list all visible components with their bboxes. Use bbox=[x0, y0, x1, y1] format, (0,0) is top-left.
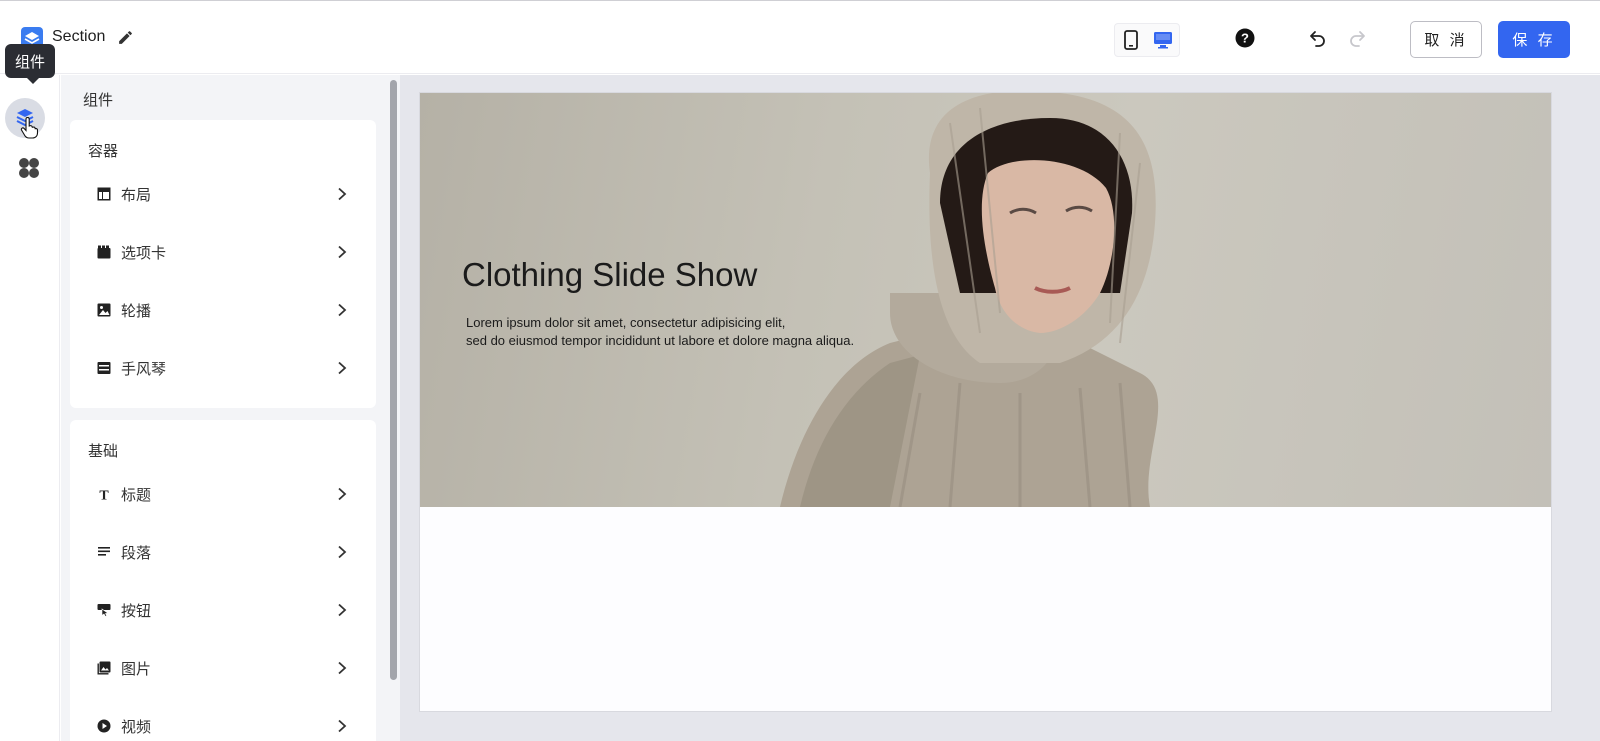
hero-text-line-1: Lorem ipsum dolor sit amet, consectetur … bbox=[466, 315, 786, 330]
pencil-icon[interactable] bbox=[117, 29, 134, 46]
mobile-view-button[interactable] bbox=[1115, 24, 1147, 56]
cancel-button[interactable]: 取 消 bbox=[1410, 21, 1482, 58]
component-label: 段落 bbox=[121, 544, 152, 562]
chevron-right-icon bbox=[338, 545, 347, 559]
chevron-right-icon bbox=[338, 661, 347, 675]
tabs-icon bbox=[97, 245, 111, 259]
basic-group: 基础 T 标题 段落 按钮 图片 视频 bbox=[70, 420, 376, 741]
component-item-carousel[interactable]: 轮播 bbox=[70, 288, 376, 332]
top-toolbar: Section ? 取 消 保 存 bbox=[0, 0, 1600, 74]
image-icon bbox=[97, 661, 111, 675]
component-label: 手风琴 bbox=[121, 360, 167, 378]
desktop-icon bbox=[1154, 32, 1172, 49]
component-item-button[interactable]: 按钮 bbox=[70, 588, 376, 632]
component-label: 轮播 bbox=[121, 302, 152, 320]
components-panel: 组件 容器 布局 选项卡 轮播 手风琴 基础 T 标题 段落 按钮 图片 视频 bbox=[61, 75, 400, 741]
redo-icon[interactable] bbox=[1347, 28, 1367, 48]
device-switcher bbox=[1114, 23, 1180, 57]
group-title: 基础 bbox=[88, 443, 119, 460]
scrollbar-thumb[interactable] bbox=[390, 80, 397, 680]
layout-icon bbox=[97, 187, 111, 201]
undo-icon[interactable] bbox=[1308, 28, 1328, 48]
hero-title[interactable]: Clothing Slide Show bbox=[462, 256, 757, 294]
accordion-icon bbox=[97, 362, 111, 374]
container-group: 容器 布局 选项卡 轮播 手风琴 bbox=[70, 120, 376, 408]
page-title: Section bbox=[52, 28, 106, 45]
component-item-layout[interactable]: 布局 bbox=[70, 172, 376, 216]
chevron-right-icon bbox=[338, 719, 347, 733]
component-item-paragraph[interactable]: 段落 bbox=[70, 530, 376, 574]
video-icon bbox=[97, 719, 111, 733]
model-photo bbox=[780, 93, 1159, 507]
carousel-icon bbox=[97, 303, 111, 317]
paragraph-icon bbox=[98, 547, 110, 556]
component-label: 标题 bbox=[121, 486, 152, 504]
chevron-right-icon bbox=[338, 361, 347, 375]
component-label: 按钮 bbox=[121, 602, 152, 620]
panel-title: 组件 bbox=[83, 92, 114, 109]
hero-text-line-2: sed do eiusmod tempor incididunt ut labo… bbox=[466, 333, 855, 348]
editor-canvas: Clothing Slide Show Lorem ipsum dolor si… bbox=[400, 75, 1600, 741]
component-item-accordion[interactable]: 手风琴 bbox=[70, 346, 376, 390]
left-icon-rail bbox=[0, 75, 60, 741]
desktop-view-button[interactable] bbox=[1147, 24, 1179, 56]
component-label: 选项卡 bbox=[121, 244, 167, 262]
save-button[interactable]: 保 存 bbox=[1498, 21, 1570, 58]
hero-description[interactable]: Lorem ipsum dolor sit amet, consectetur … bbox=[466, 314, 896, 350]
page-preview-frame[interactable]: Clothing Slide Show Lorem ipsum dolor si… bbox=[419, 92, 1552, 712]
chevron-right-icon bbox=[338, 187, 347, 201]
component-label: 视频 bbox=[121, 718, 152, 736]
chevron-right-icon bbox=[338, 303, 347, 317]
chevron-right-icon bbox=[338, 487, 347, 501]
panel-scrollbar[interactable] bbox=[386, 76, 400, 741]
heading-icon: T bbox=[99, 489, 109, 502]
help-icon[interactable]: ? bbox=[1235, 28, 1255, 48]
svg-text:T: T bbox=[99, 489, 109, 502]
chevron-right-icon bbox=[338, 603, 347, 617]
hand-cursor-icon bbox=[20, 117, 38, 139]
component-label: 图片 bbox=[121, 660, 152, 678]
button-icon bbox=[97, 604, 111, 617]
component-item-image[interactable]: 图片 bbox=[70, 646, 376, 690]
component-item-video[interactable]: 视频 bbox=[70, 704, 376, 741]
apps-icon[interactable] bbox=[16, 155, 42, 181]
component-item-tabs[interactable]: 选项卡 bbox=[70, 230, 376, 274]
hero-slide[interactable]: Clothing Slide Show Lorem ipsum dolor si… bbox=[420, 93, 1551, 507]
component-label: 布局 bbox=[121, 186, 152, 204]
mobile-icon bbox=[1124, 30, 1138, 50]
component-item-heading[interactable]: T 标题 bbox=[70, 472, 376, 516]
chevron-right-icon bbox=[338, 245, 347, 259]
group-title: 容器 bbox=[88, 143, 119, 160]
rail-tooltip: 组件 bbox=[5, 44, 56, 84]
svg-text:?: ? bbox=[1241, 31, 1249, 46]
